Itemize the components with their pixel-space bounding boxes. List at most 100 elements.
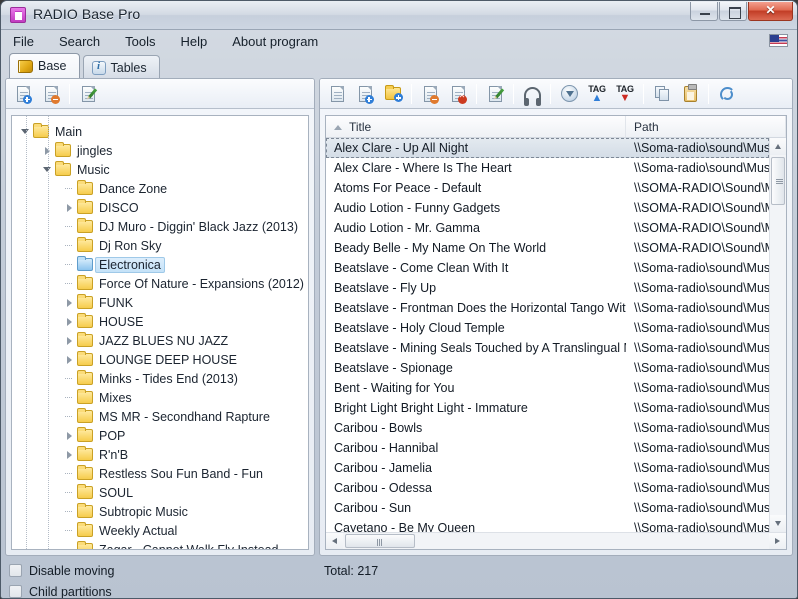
- menu-item-about[interactable]: About program: [231, 32, 330, 52]
- folder-icon: [77, 315, 93, 328]
- tree-node[interactable]: Weekly Actual: [12, 521, 308, 540]
- tag-write-button[interactable]: TAG ▼: [612, 82, 638, 106]
- tree-node[interactable]: MS MR - Secondhand Rapture: [12, 407, 308, 426]
- tree-node[interactable]: DISCO: [12, 198, 308, 217]
- tree-node[interactable]: FUNK: [12, 293, 308, 312]
- menu-item-tools[interactable]: Tools: [124, 32, 167, 52]
- tree-node-label: POP: [98, 429, 126, 443]
- table-row[interactable]: Beady Belle - My Name On The World\\SOMA…: [326, 238, 769, 258]
- paste-button[interactable]: [677, 82, 703, 106]
- table-row[interactable]: Beatslave - Mining Seals Touched by A Tr…: [326, 338, 769, 358]
- expand-arrow-icon[interactable]: [64, 297, 75, 308]
- expand-arrow-icon[interactable]: [64, 449, 75, 460]
- expand-arrow-icon[interactable]: [64, 316, 75, 327]
- column-header-title[interactable]: Title: [326, 116, 626, 137]
- add-folder-button[interactable]: [380, 82, 406, 106]
- tree-node[interactable]: Mixes: [12, 388, 308, 407]
- list-horizontal-scrollbar[interactable]: [326, 532, 786, 549]
- horizontal-scroll-thumb[interactable]: [345, 534, 415, 548]
- remove-partition-button[interactable]: [38, 82, 64, 106]
- tree-node[interactable]: Main: [12, 122, 308, 141]
- table-row[interactable]: Bright Light Bright Light - Immature\\So…: [326, 398, 769, 418]
- tree-node[interactable]: Electronica: [12, 255, 308, 274]
- checkbox-child-partitions[interactable]: Child partitions: [9, 581, 319, 599]
- menu-item-help[interactable]: Help: [180, 32, 220, 52]
- edit-partition-button[interactable]: [75, 82, 101, 106]
- scroll-up-button[interactable]: [770, 138, 787, 155]
- tree-node-label: Music: [76, 163, 111, 177]
- tree-node[interactable]: SOUL: [12, 483, 308, 502]
- listen-button[interactable]: [519, 82, 545, 106]
- checkbox-box[interactable]: [9, 564, 22, 577]
- delete-record-button[interactable]: [445, 82, 471, 106]
- tree-node[interactable]: POP: [12, 426, 308, 445]
- tree-node[interactable]: Minks - Tides End (2013): [12, 369, 308, 388]
- refresh-button[interactable]: [714, 82, 740, 106]
- menu-item-search[interactable]: Search: [58, 32, 112, 52]
- partition-tree[interactable]: Mainjingles Music Dance ZoneDISCODJ Muro -…: [11, 115, 309, 550]
- tree-guide-line: [48, 116, 49, 549]
- scroll-right-button[interactable]: [769, 533, 786, 550]
- table-row[interactable]: Beatslave - Come Clean With It\\Soma-rad…: [326, 258, 769, 278]
- tab-tables[interactable]: Tables: [83, 55, 160, 79]
- table-row[interactable]: Beatslave - Holy Cloud Temple\\Soma-radi…: [326, 318, 769, 338]
- table-row[interactable]: Alex Clare - Up All Night\\Soma-radio\so…: [326, 138, 769, 158]
- table-row[interactable]: Beatslave - Spionage\\Soma-radio\sound\M…: [326, 358, 769, 378]
- edit-record-button[interactable]: [482, 82, 508, 106]
- add-record-button[interactable]: [352, 82, 378, 106]
- scroll-down-button[interactable]: [770, 515, 787, 532]
- column-header-path[interactable]: Path: [626, 116, 786, 137]
- history-button[interactable]: [556, 82, 582, 106]
- table-row[interactable]: Caribou - Bowls\\Soma-radio\sound\Music\…: [326, 418, 769, 438]
- table-row[interactable]: Alex Clare - Where Is The Heart\\Soma-ra…: [326, 158, 769, 178]
- table-row[interactable]: Caribou - Sun\\Soma-radio\sound\Music\Ca: [326, 498, 769, 518]
- tree-node[interactable]: Subtropic Music: [12, 502, 308, 521]
- close-button[interactable]: [748, 2, 793, 21]
- cell-title: Beatslave - Come Clean With It: [326, 261, 626, 275]
- records-list[interactable]: Title Path Alex Clare - Up All Night\\So…: [325, 115, 787, 550]
- table-row[interactable]: Cayetano - Be My Queen\\Soma-radio\sound…: [326, 518, 769, 532]
- table-row[interactable]: Caribou - Jamelia\\Soma-radio\sound\Musi…: [326, 458, 769, 478]
- uk-flag-icon[interactable]: [769, 34, 788, 47]
- checkbox-box[interactable]: [9, 585, 22, 598]
- checkbox-disable-moving[interactable]: Disable moving: [9, 560, 319, 581]
- application-window: RADIO Base Pro File Search Tools Help Ab…: [0, 0, 798, 599]
- tab-base[interactable]: Base: [9, 53, 80, 78]
- tree-node[interactable]: Dj Ron Sky: [12, 236, 308, 255]
- tree-node[interactable]: LOUNGE DEEP HOUSE: [12, 350, 308, 369]
- expand-arrow-icon[interactable]: [64, 202, 75, 213]
- tree-node[interactable]: DJ Muro - Diggin' Black Jazz (2013): [12, 217, 308, 236]
- table-row[interactable]: Beatslave - Fly Up\\Soma-radio\sound\Mus…: [326, 278, 769, 298]
- tree-node[interactable]: JAZZ BLUES NU JAZZ: [12, 331, 308, 350]
- remove-record-button[interactable]: [417, 82, 443, 106]
- list-vertical-scrollbar[interactable]: [769, 138, 786, 532]
- expand-arrow-icon[interactable]: [64, 430, 75, 441]
- tree-node[interactable]: R'n'B: [12, 445, 308, 464]
- new-record-button[interactable]: [324, 82, 350, 106]
- tree-node[interactable]: Dance Zone: [12, 179, 308, 198]
- table-row[interactable]: Caribou - Odessa\\Soma-radio\sound\Music…: [326, 478, 769, 498]
- toolbar-separator: [708, 84, 709, 104]
- tree-node[interactable]: jingles: [12, 141, 308, 160]
- table-row[interactable]: Caribou - Hannibal\\Soma-radio\sound\Mus…: [326, 438, 769, 458]
- table-row[interactable]: Beatslave - Frontman Does the Horizontal…: [326, 298, 769, 318]
- tree-node[interactable]: Music: [12, 160, 308, 179]
- maximize-button[interactable]: [719, 2, 747, 21]
- expand-arrow-icon[interactable]: [64, 354, 75, 365]
- minimize-button[interactable]: [690, 2, 718, 21]
- tree-node[interactable]: Zagar - Cannot Walk Fly Instead: [12, 540, 308, 550]
- table-row[interactable]: Audio Lotion - Funny Gadgets\\SOMA-RADIO…: [326, 198, 769, 218]
- vertical-scroll-thumb[interactable]: [771, 157, 785, 205]
- table-row[interactable]: Bent - Waiting for You\\Soma-radio\sound…: [326, 378, 769, 398]
- tag-read-button[interactable]: TAG ▲: [584, 82, 610, 106]
- tree-node[interactable]: HOUSE: [12, 312, 308, 331]
- menu-item-file[interactable]: File: [12, 32, 46, 52]
- tree-node[interactable]: Force Of Nature - Expansions (2012): [12, 274, 308, 293]
- copy-button[interactable]: [649, 82, 675, 106]
- table-row[interactable]: Audio Lotion - Mr. Gamma\\SOMA-RADIO\Sou…: [326, 218, 769, 238]
- tree-node[interactable]: Restless Sou Fun Band - Fun: [12, 464, 308, 483]
- scroll-left-button[interactable]: [326, 533, 343, 550]
- table-row[interactable]: Atoms For Peace - Default\\SOMA-RADIO\So…: [326, 178, 769, 198]
- add-partition-button[interactable]: [10, 82, 36, 106]
- expand-arrow-icon[interactable]: [64, 335, 75, 346]
